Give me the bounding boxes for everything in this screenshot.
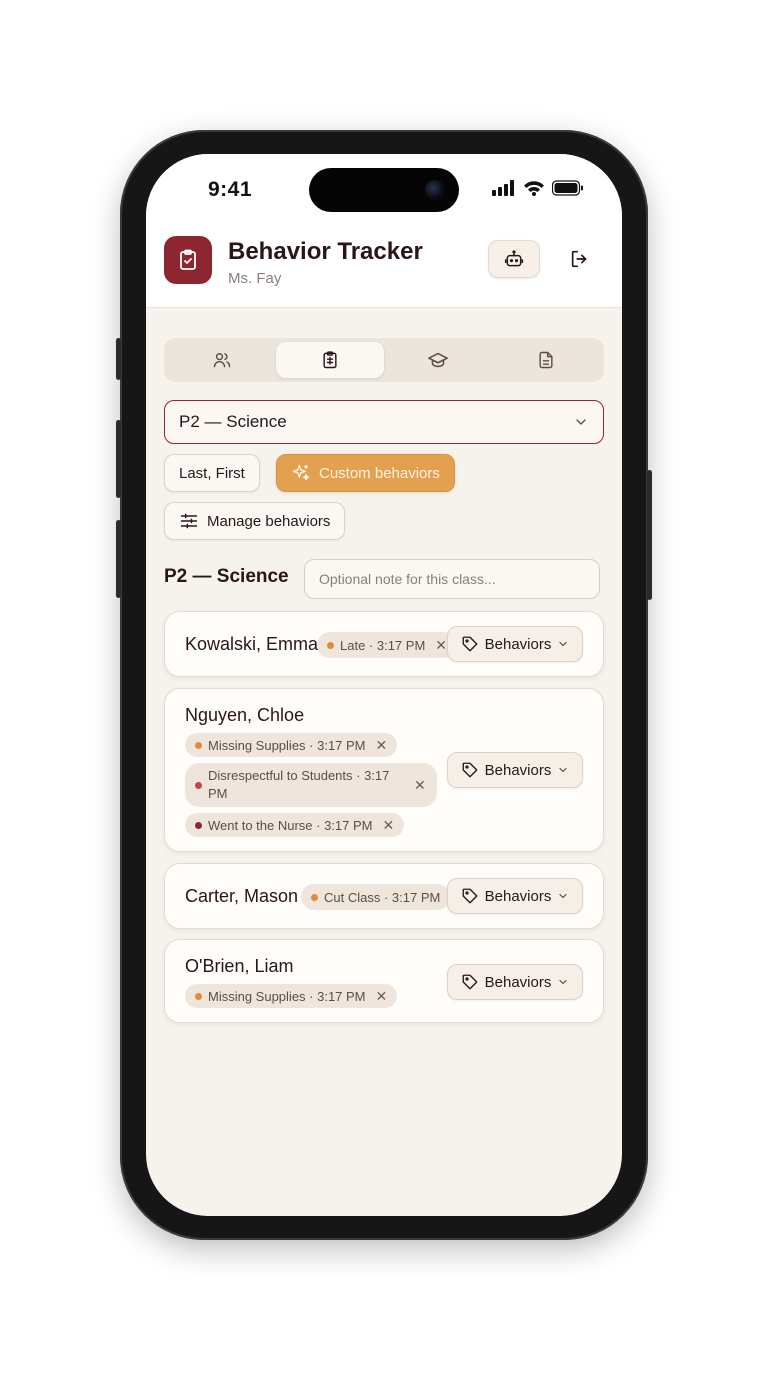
document-icon [539, 351, 553, 369]
behaviors-label: Behaviors [484, 761, 552, 779]
tag-icon [462, 974, 478, 990]
behavior-tag: Disrespectful to Students · 3:17 PM ✕ [185, 763, 437, 807]
student-card: Carter, Mason Cut Class · 3:17 PM Behavi… [164, 863, 604, 929]
tag-dot [195, 741, 202, 749]
tag-text-continued: PM [208, 786, 228, 801]
remove-tag-icon[interactable]: ✕ [376, 988, 388, 1005]
custom-behaviors-label: Custom behaviors [319, 464, 440, 482]
behaviors-dropdown-button[interactable]: Behaviors [447, 626, 583, 662]
mute-switch [116, 338, 121, 380]
sort-label: Last, First [179, 464, 245, 482]
student-name: Carter, Mason [185, 886, 299, 906]
tag-text: Disrespectful to Students · 3:17 [208, 768, 390, 783]
logout-button[interactable] [554, 240, 606, 278]
app-title: Behavior Tracker [228, 238, 423, 265]
student-name: Nguyen, Chloe [185, 705, 305, 725]
manage-behaviors-label: Manage behaviors [207, 512, 331, 530]
behavior-tag: Late · 3:17 PM ✕ [317, 632, 458, 658]
remove-tag-icon[interactable]: ✕ [383, 817, 395, 834]
sort-button[interactable]: Last, First [164, 454, 260, 492]
chevron-down-icon [559, 979, 567, 985]
manage-behaviors-button[interactable]: Manage behaviors [164, 502, 346, 540]
student-name: O'Brien, Liam [185, 956, 294, 976]
tag-icon [462, 636, 478, 652]
remove-tag-icon[interactable]: ✕ [414, 777, 426, 794]
cellular-signal-icon [492, 180, 514, 196]
student-card: Nguyen, Chloe Missing Supplies · 3:17 PM… [164, 688, 604, 852]
wifi-icon [524, 181, 544, 196]
remove-tag-icon[interactable]: ✕ [376, 737, 388, 754]
tab-students[interactable] [168, 342, 276, 378]
users-icon [213, 353, 231, 368]
behavior-tag: Missing Supplies · 3:17 PM ✕ [185, 984, 398, 1008]
screen: 9:41 Behavior Tracker Ms. Fay P2 — Scien… [146, 154, 622, 1216]
class-note-input[interactable] [304, 559, 600, 599]
tag-text: Missing Supplies · 3:17 PM [208, 737, 366, 753]
chevron-down-icon [559, 893, 567, 899]
clipboard-icon [323, 351, 337, 369]
class-select-value: P2 — Science [179, 412, 287, 431]
tab-bar [164, 338, 604, 382]
tag-text: Cut Class · 3:17 PM [324, 889, 441, 905]
graduation-cap-icon [428, 352, 448, 368]
student-card: Kowalski, Emma Late · 3:17 PM ✕ Behavior… [164, 611, 604, 677]
behavior-tag: Missing Supplies · 3:17 PM ✕ [185, 733, 398, 757]
power-button [647, 470, 652, 600]
dynamic-island [309, 168, 459, 212]
chevron-down-icon [576, 419, 586, 425]
tag-dot [195, 781, 202, 789]
app-logo [164, 236, 212, 284]
behaviors-label: Behaviors [484, 635, 552, 653]
robot-icon [504, 250, 524, 267]
tag-text-wrap: Disrespectful to Students · 3:17 PM [208, 767, 404, 803]
tab-behavior-log[interactable] [276, 342, 384, 378]
tag-text: Late · 3:17 PM [340, 637, 426, 653]
behaviors-label: Behaviors [484, 973, 552, 991]
tag-dot [311, 893, 318, 901]
status-icons [492, 180, 584, 196]
custom-behaviors-button[interactable]: Custom behaviors [276, 454, 455, 492]
tag-text: Went to the Nurse · 3:17 PM [208, 817, 373, 833]
tag-dot [195, 821, 202, 829]
status-time: 9:41 [208, 178, 253, 201]
sparkles-icon [292, 464, 310, 481]
teacher-name: Ms. Fay [228, 270, 282, 287]
tag-dot [195, 992, 202, 1000]
behaviors-dropdown-button[interactable]: Behaviors [447, 752, 583, 788]
student-name: Kowalski, Emma [185, 634, 319, 654]
behavior-tag: Cut Class · 3:17 PM [301, 884, 451, 910]
volume-down-button [116, 520, 121, 598]
tag-dot [327, 641, 334, 649]
tab-reports[interactable] [492, 342, 600, 378]
tag-text: Missing Supplies · 3:17 PM [208, 988, 366, 1004]
tag-icon [462, 888, 478, 904]
remove-tag-icon[interactable]: ✕ [435, 637, 447, 654]
volume-up-button [116, 420, 121, 498]
camera [425, 180, 445, 200]
phone-frame: 9:41 Behavior Tracker Ms. Fay P2 — Scien… [116, 130, 652, 1240]
chevron-down-icon [559, 641, 567, 647]
behaviors-dropdown-button[interactable]: Behaviors [447, 878, 583, 914]
chevron-down-icon [559, 767, 567, 773]
clipboard-check-icon [180, 249, 196, 270]
app-header: Behavior Tracker Ms. Fay [146, 228, 622, 308]
tab-classes[interactable] [384, 342, 492, 378]
behaviors-label: Behaviors [484, 887, 552, 905]
student-card: O'Brien, Liam Missing Supplies · 3:17 PM… [164, 939, 604, 1023]
section-title: P2 — Science [164, 566, 289, 587]
battery-icon [552, 180, 583, 196]
logout-icon [571, 250, 587, 268]
class-select[interactable]: P2 — Science [164, 400, 604, 444]
assistant-button[interactable] [488, 240, 540, 278]
behavior-tag: Went to the Nurse · 3:17 PM ✕ [185, 813, 405, 837]
behaviors-dropdown-button[interactable]: Behaviors [447, 964, 583, 1000]
tag-icon [462, 762, 478, 778]
sliders-icon [180, 513, 198, 529]
